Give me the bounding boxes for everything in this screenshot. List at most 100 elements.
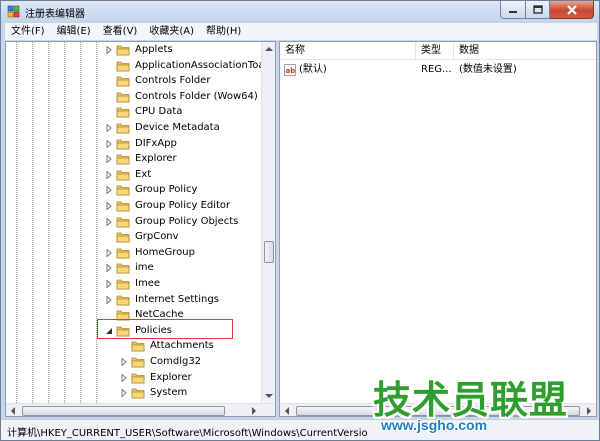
folder-icon	[116, 139, 130, 149]
caption-buttons	[500, 1, 594, 19]
tree-hscroll-thumb[interactable]	[22, 406, 225, 416]
expand-arrow-icon[interactable]	[119, 354, 129, 370]
tree-item-label: Applets	[135, 44, 173, 55]
tree-item[interactable]: Group Policy	[104, 182, 199, 198]
scroll-down-button[interactable]	[262, 389, 275, 403]
menu-favorites[interactable]: 收藏夹(A)	[143, 23, 200, 40]
chevron-left-icon	[285, 407, 289, 415]
tree-guide-line	[32, 42, 33, 403]
maximize-button[interactable]	[526, 1, 550, 19]
folder-icon	[116, 248, 130, 259]
tree-vertical-scrollbar[interactable]	[261, 42, 275, 403]
folder-icon	[116, 295, 130, 305]
tree-horizontal-scrollbar[interactable]	[6, 403, 275, 416]
chevron-left-icon	[11, 407, 15, 415]
tree-item-label: Controls Folder	[135, 75, 211, 87]
tree-item[interactable]: HomeGroup	[104, 245, 197, 261]
tree-item[interactable]: ime	[104, 260, 156, 276]
tree-item[interactable]: Ext	[104, 167, 153, 183]
tree-item[interactable]: Explorer	[104, 151, 179, 167]
expand-arrow-icon[interactable]	[104, 214, 114, 230]
expand-arrow-icon[interactable]	[104, 42, 114, 58]
tree-item[interactable]: Device Metadata	[104, 120, 222, 136]
tree-item-label: CPU Data	[135, 106, 183, 118]
expand-arrow-icon[interactable]	[104, 260, 114, 276]
tree-guide-line	[96, 42, 97, 403]
tree-item-label: GrpConv	[135, 231, 179, 243]
folder-icon	[116, 123, 130, 134]
tree-item-label: Group Policy	[135, 184, 198, 196]
registry-key-tree[interactable]: Applets ApplicationAssociationToasts Contr…	[5, 41, 276, 417]
menu-bar: 文件(F) 编辑(E) 查看(V) 收藏夹(A) 帮助(H)	[5, 23, 597, 40]
folder-icon	[116, 279, 130, 290]
expand-arrow-icon[interactable]	[104, 182, 114, 198]
folder-icon	[131, 341, 145, 352]
menu-file[interactable]: 文件(F)	[5, 23, 51, 40]
folder-icon	[116, 201, 130, 212]
expand-arrow-icon[interactable]	[104, 292, 114, 308]
scroll-left-button[interactable]	[280, 404, 294, 416]
menu-help[interactable]: 帮助(H)	[200, 23, 247, 40]
expand-arrow-icon[interactable]	[104, 276, 114, 292]
tree-item[interactable]: Attachments	[119, 338, 216, 354]
expand-arrow-icon[interactable]	[104, 136, 114, 152]
expand-arrow-icon[interactable]	[104, 120, 114, 136]
chevron-up-icon	[265, 47, 273, 51]
selected-key-highlight	[97, 319, 233, 339]
tree-item[interactable]: Internet Settings	[104, 292, 221, 308]
tree-item[interactable]: Controls Folder	[104, 73, 212, 89]
column-name[interactable]: 名称	[280, 42, 416, 60]
tree-item[interactable]: Comdlg32	[119, 354, 203, 370]
expand-arrow-icon[interactable]	[119, 385, 129, 401]
menu-view[interactable]: 查看(V)	[97, 23, 144, 40]
expand-arrow-icon[interactable]	[104, 151, 114, 167]
close-button[interactable]	[550, 1, 594, 19]
column-data[interactable]: 数据	[454, 42, 596, 60]
menu-edit[interactable]: 编辑(E)	[51, 23, 97, 40]
tree-item[interactable]: System	[119, 385, 189, 401]
watermark: 技术员联盟 www.jsgho.com	[369, 369, 595, 437]
tree-item[interactable]: Imee	[104, 276, 162, 292]
tree-item-label: System	[150, 387, 188, 399]
tree-item-label: Explorer	[135, 153, 177, 165]
registry-values-list[interactable]: 名称 类型 数据 ab (默认) REG... (数值未设置)	[279, 41, 597, 417]
scroll-up-button[interactable]	[262, 42, 275, 56]
tree-item[interactable]: Group Policy Objects	[104, 214, 240, 230]
watermark-url: www.jsgho.com	[381, 417, 488, 433]
minimize-button[interactable]	[500, 1, 526, 19]
folder-icon	[116, 217, 130, 227]
tree-item[interactable]: CPU Data	[104, 104, 184, 120]
scroll-left-button[interactable]	[6, 404, 20, 416]
expand-arrow-icon[interactable]	[104, 198, 114, 214]
list-item[interactable]: ab (默认) REG... (数值未设置)	[280, 62, 596, 78]
tree-item-label: Attachments	[150, 340, 214, 352]
tree-item[interactable]: ApplicationAssociationToasts	[104, 58, 275, 74]
tree-item[interactable]: Group Policy Editor	[104, 198, 232, 214]
registry-editor-window: 注册表编辑器 文件(F) 编辑(E) 查看(V) 收藏夹(A) 帮助(H) Ap…	[0, 0, 600, 441]
value-name: (默认)	[299, 64, 327, 75]
expand-arrow-icon[interactable]	[119, 370, 129, 386]
folder-icon	[116, 232, 130, 243]
tree-item[interactable]: Explorer	[119, 370, 194, 386]
folder-icon	[116, 45, 130, 56]
tree-item[interactable]: GrpConv	[104, 229, 181, 245]
tree-scroll-thumb[interactable]	[264, 241, 274, 263]
tree-guide-line	[64, 42, 65, 403]
tree-item[interactable]: Applets	[104, 42, 175, 58]
scroll-right-button[interactable]	[247, 404, 261, 416]
tree-item[interactable]: DIFxApp	[104, 136, 179, 152]
tree-item[interactable]: Controls Folder (Wow64)	[104, 89, 260, 105]
string-value-icon: ab	[284, 64, 296, 76]
tree-item-label: Controls Folder (Wow64)	[135, 90, 258, 102]
folder-icon	[131, 388, 145, 399]
tree-item-label: HomeGroup	[135, 246, 195, 258]
folder-icon	[116, 76, 130, 87]
title-bar[interactable]: 注册表编辑器	[1, 1, 599, 23]
tree-item-label: Group Policy Editor	[135, 200, 231, 211]
maximize-icon	[532, 5, 543, 14]
expand-arrow-icon[interactable]	[104, 245, 114, 261]
column-type[interactable]: 类型	[416, 42, 454, 60]
expand-arrow-icon[interactable]	[104, 167, 114, 183]
